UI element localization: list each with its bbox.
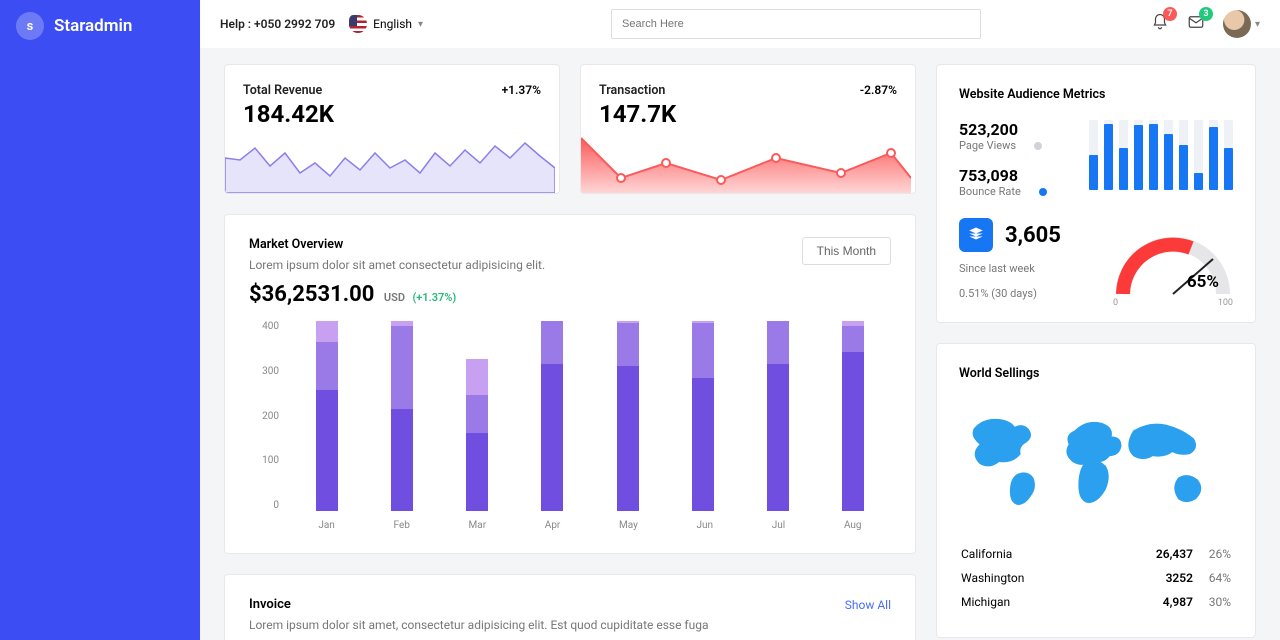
flag-icon <box>349 15 367 33</box>
pageviews-label: Page Views <box>959 139 1016 152</box>
search-input[interactable] <box>611 9 981 39</box>
metrics-title: Website Audience Metrics <box>959 87 1233 102</box>
topbar: Help : +050 2992 709 English ▾ 7 3 ▾ <box>200 0 1280 48</box>
sparkline-revenue <box>225 128 555 193</box>
market-subtitle: Lorem ipsum dolor sit amet consectetur a… <box>249 258 545 272</box>
brand-name: Staradmin <box>54 16 132 36</box>
brand-badge: s <box>16 12 44 40</box>
x-axis-labels: JanFebMarAprMayJunJulAug <box>289 520 891 531</box>
market-chart: 4003002001000 JanFebMarAprMayJunJulAug <box>249 321 891 531</box>
sparkline-transaction <box>581 128 911 193</box>
bounce-value: 753,098 <box>959 166 1047 185</box>
card-delta: +1.37% <box>502 83 541 97</box>
card-delta: -2.87% <box>860 83 897 97</box>
card-invoice: Invoice Show All Lorem ipsum dolor sit a… <box>224 574 916 640</box>
gauge-value: 65% <box>1187 272 1219 292</box>
world-table: California26,43726% Washington325264% Mi… <box>959 541 1233 615</box>
messages-button[interactable]: 3 <box>1187 13 1205 35</box>
table-row: California26,43726% <box>961 543 1231 565</box>
card-audience-metrics: Website Audience Metrics 523,200 Page Vi… <box>936 64 1256 323</box>
chevron-down-icon: ▾ <box>1255 19 1260 30</box>
pageviews-value: 523,200 <box>959 120 1047 139</box>
card-value: 184.42K <box>243 100 334 128</box>
table-row: Washington325264% <box>961 567 1231 589</box>
table-row: Michigan4,98730% <box>961 591 1231 613</box>
language-selector[interactable]: English ▾ <box>349 15 423 33</box>
y-axis-labels: 4003002001000 <box>249 321 279 511</box>
card-transaction[interactable]: Transaction 147.7K -2.87% <box>580 64 916 194</box>
notifications-badge: 7 <box>1163 7 1177 21</box>
avatar <box>1223 10 1251 38</box>
dot-icon <box>1039 188 1047 196</box>
brand-logo[interactable]: s Staradmin <box>0 0 200 52</box>
card-market-overview: Market Overview Lorem ipsum dolor sit am… <box>224 214 916 554</box>
show-all-link[interactable]: Show All <box>845 598 891 612</box>
world-map[interactable] <box>959 395 1233 525</box>
metric-big-value: 3,605 <box>1005 223 1061 248</box>
card-world-sellings: World Sellings California26,43726% Washi… <box>936 343 1256 638</box>
market-title: Market Overview <box>249 237 545 252</box>
card-total-revenue[interactable]: Total Revenue 184.42K +1.37% <box>224 64 560 194</box>
messages-badge: 3 <box>1199 7 1213 21</box>
card-value: 147.7K <box>599 100 676 128</box>
chevron-down-icon: ▾ <box>418 19 423 30</box>
main-content: Total Revenue 184.42K +1.37% Transaction… <box>200 48 1280 640</box>
invoice-title: Invoice <box>249 597 291 612</box>
world-title: World Sellings <box>959 366 1233 381</box>
card-title: Total Revenue <box>243 83 334 98</box>
market-value: $36,2531.00 USD (+1.37%) <box>249 282 545 307</box>
sidebar: s Staradmin <box>0 0 200 640</box>
mini-bar-chart <box>1089 120 1233 190</box>
dot-icon <box>1034 142 1042 150</box>
help-text: Help : +050 2992 709 <box>220 17 335 31</box>
gauge-chart: 65% 0100 <box>1113 229 1233 304</box>
language-label: English <box>373 17 412 31</box>
layers-icon <box>959 218 993 252</box>
card-title: Transaction <box>599 83 676 98</box>
notifications-button[interactable]: 7 <box>1151 13 1169 35</box>
profile-menu[interactable]: ▾ <box>1223 10 1260 38</box>
period-select[interactable]: This Month <box>802 237 891 265</box>
bar-series <box>289 321 891 511</box>
invoice-subtitle: Lorem ipsum dolor sit amet, consectetur … <box>249 618 891 632</box>
bounce-label: Bounce Rate <box>959 185 1021 198</box>
